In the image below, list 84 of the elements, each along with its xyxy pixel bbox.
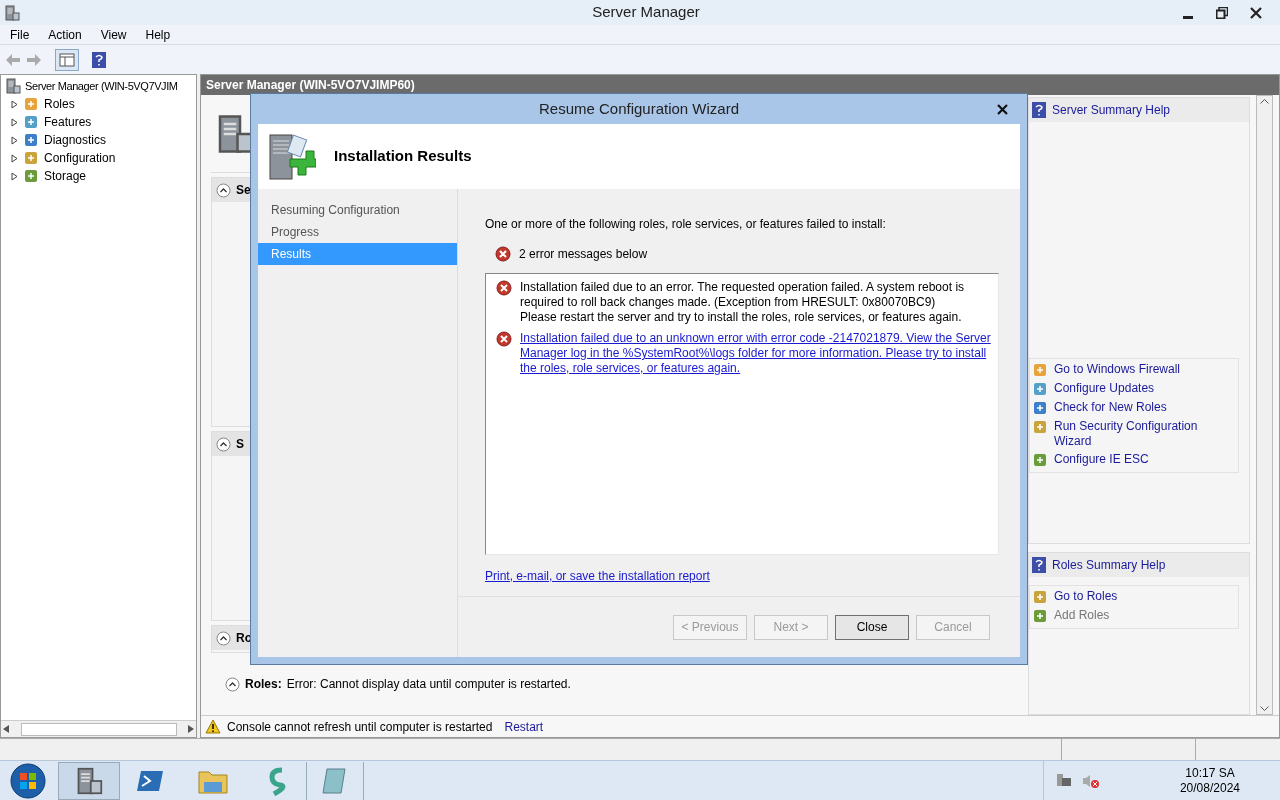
close-icon[interactable] <box>1250 6 1262 19</box>
dialog-heading: Installation Results <box>334 146 472 167</box>
task-link[interactable]: Go to Windows Firewall <box>1054 362 1204 377</box>
task-icon <box>1032 589 1048 605</box>
expand-arrow-icon[interactable] <box>11 99 18 109</box>
scroll-down-icon[interactable] <box>1260 706 1269 712</box>
section-heading: Se <box>236 182 251 199</box>
scroll-left-icon[interactable] <box>3 725 9 733</box>
window-title: Server Manager <box>591 2 701 23</box>
menu-item[interactable]: View <box>100 25 127 44</box>
expand-arrow-icon[interactable] <box>11 135 18 145</box>
wizard-step[interactable]: Resuming Configuration <box>258 199 457 221</box>
task-icon <box>23 150 39 166</box>
tree-item[interactable]: Features <box>44 113 92 131</box>
app-icon <box>4 4 20 21</box>
tree-item[interactable]: Diagnostics <box>44 131 107 149</box>
intro-text: One or more of the following roles, role services, or features failed to install: <box>485 216 887 233</box>
warning-icon <box>205 719 221 734</box>
wizard-step[interactable]: Progress <box>258 221 457 243</box>
task-link[interactable]: Configure Updates <box>1054 381 1204 396</box>
task-icon <box>23 114 39 130</box>
clock-time[interactable]: 10:17 SA <box>1185 765 1235 781</box>
menu-item[interactable]: Action <box>48 25 82 44</box>
task-icon <box>1032 452 1048 468</box>
tree-item[interactable]: Roles <box>44 95 75 113</box>
error-link[interactable]: Installation failed due to an unknown error with error code -2147021879. View the Server Manager log in the %SystemRoot%\logs folder for more information. Please try to install the roles, role services, or features again. <box>520 331 992 376</box>
help-icon <box>1031 102 1047 118</box>
task-icon <box>1032 419 1048 435</box>
tree-item[interactable]: Configuration <box>44 149 116 167</box>
expand-arrow-icon[interactable] <box>11 171 18 181</box>
task-link[interactable]: Go to Roles <box>1054 589 1204 604</box>
error-icon <box>496 331 512 347</box>
server-icon <box>5 78 21 94</box>
scroll-right-icon[interactable] <box>188 725 194 733</box>
task-icon <box>23 168 39 184</box>
collapse-icon[interactable] <box>216 182 231 198</box>
expand-arrow-icon[interactable] <box>11 117 18 127</box>
menu-item[interactable]: Help <box>145 25 171 44</box>
menu-item[interactable]: File <box>10 25 30 44</box>
task-link[interactable]: Configure IE ESC <box>1054 452 1204 467</box>
notepad-icon <box>321 766 349 795</box>
dialog-button[interactable]: Close <box>835 614 909 640</box>
server-icon <box>75 766 103 795</box>
terminal-icon <box>137 768 165 793</box>
error-message: Please restart the server and try to install the roles, role services, or features again. <box>520 310 963 325</box>
collapse-icon[interactable] <box>216 436 231 452</box>
task-icon <box>1032 381 1048 397</box>
task-icon <box>23 132 39 148</box>
error-icon <box>496 280 512 296</box>
task-link[interactable]: Check for New Roles <box>1054 400 1204 415</box>
collapse-icon[interactable] <box>225 676 240 692</box>
help-icon[interactable] <box>92 51 106 68</box>
task-icon <box>1032 608 1048 624</box>
collapse-icon[interactable] <box>216 630 231 646</box>
roles-label: Roles: <box>245 676 282 693</box>
network-icon[interactable] <box>1055 772 1072 789</box>
tree-item[interactable]: Storage <box>44 167 87 185</box>
restart-link[interactable]: Restart <box>504 717 544 736</box>
clock-date[interactable]: 20/08/2024 <box>1179 780 1240 796</box>
taskbar-button[interactable] <box>58 761 120 800</box>
report-link[interactable]: Print, e-mail, or save the installation report <box>485 567 710 585</box>
speaker-muted-icon[interactable] <box>1081 772 1100 789</box>
task-icon <box>1032 400 1048 416</box>
horizontal-scrollbar[interactable] <box>1 720 196 737</box>
start-button[interactable] <box>8 762 48 799</box>
restore-icon[interactable] <box>1216 6 1228 19</box>
dialog-title: Resume Configuration Wizard <box>537 98 741 119</box>
error-icon <box>495 246 511 262</box>
help-icon <box>1031 557 1047 573</box>
roles-error: Error: Cannot display data until computer is restarted. <box>286 676 571 693</box>
task-link[interactable]: Run Security Configuration Wizard <box>1054 419 1204 449</box>
error-message: Installation failed due to an error. The requested operation failed. A system reboot is required to roll back changes made. (Exception from HRESULT: 0x80070BC9) <box>520 280 966 310</box>
expand-arrow-icon[interactable] <box>11 153 18 163</box>
task-icon <box>23 96 39 112</box>
task-icon <box>1032 362 1048 378</box>
scroll-up-icon[interactable] <box>1260 98 1269 104</box>
section-heading: S <box>236 436 244 453</box>
tree-root[interactable]: Server Manager (WIN-5VQ7VJIM <box>25 77 178 95</box>
status-message: Console cannot refresh until computer is restarted <box>227 718 493 736</box>
console-tree-icon[interactable] <box>55 48 79 71</box>
vertical-scrollbar[interactable] <box>1256 95 1273 715</box>
close-icon[interactable] <box>997 103 1008 115</box>
error-summary: 2 error messages below <box>519 246 648 263</box>
pane-title: Server Manager (WIN-5VO7VJIMP60) <box>206 77 415 94</box>
